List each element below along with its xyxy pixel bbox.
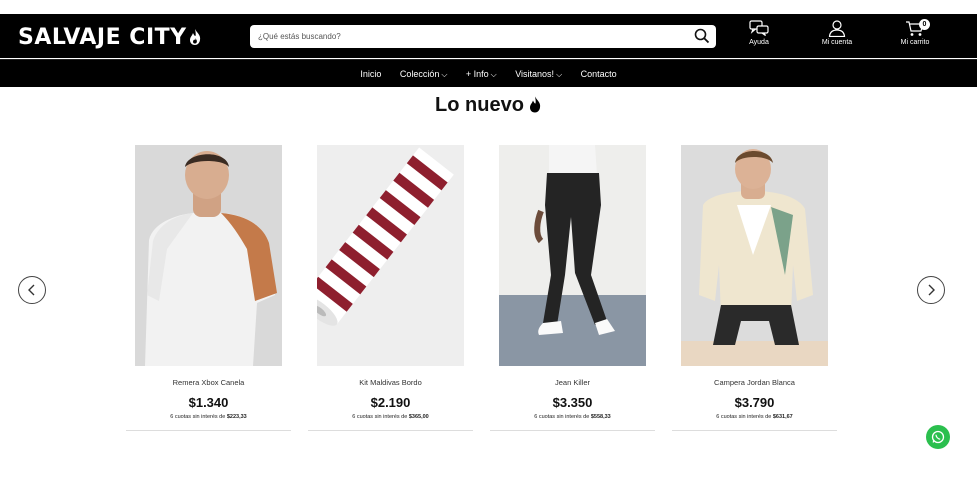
product-image[interactable] <box>499 145 646 366</box>
product-image[interactable] <box>317 145 464 366</box>
whatsapp-button[interactable] <box>926 425 950 449</box>
logo-text: SALVAJE CITY <box>18 25 187 50</box>
divider <box>490 430 655 431</box>
whatsapp-icon <box>931 430 945 444</box>
nav-item-coleccion[interactable]: Colección ⌵ <box>400 60 448 89</box>
flame-icon <box>188 27 202 52</box>
nav-item-info[interactable]: + Info ⌵ <box>466 60 497 89</box>
search-icon[interactable] <box>694 28 710 49</box>
flame-icon <box>529 96 541 113</box>
help-button[interactable]: Ayuda <box>729 20 789 56</box>
cart-button[interactable]: 0 Mi carrito <box>885 19 945 56</box>
chevron-down-icon: ⌵ <box>556 70 563 79</box>
search-bar <box>250 25 716 48</box>
chevron-right-icon <box>928 284 935 296</box>
product-card[interactable]: Campera Jordan Blanca $3.790 6 cuotas si… <box>672 145 837 431</box>
divider <box>308 430 473 431</box>
main-nav-bar: Inicio Colección ⌵ + Info ⌵ Visitanos! ⌵ Co… <box>0 59 977 87</box>
product-name[interactable]: Campera Jordan Blanca <box>672 378 837 387</box>
search-input[interactable] <box>250 25 670 48</box>
account-button[interactable]: Mi cuenta <box>807 20 867 56</box>
product-name[interactable]: Remera Xbox Canela <box>126 378 291 387</box>
cart-label: Mi carrito <box>900 39 930 46</box>
product-image[interactable] <box>135 145 282 366</box>
chevron-down-icon: ⌵ <box>441 70 448 79</box>
chevron-down-icon: ⌵ <box>490 70 497 79</box>
account-label: Mi cuenta <box>821 39 853 46</box>
user-icon <box>807 20 867 37</box>
product-installments: 6 cuotas sin interés de $365,00 <box>352 414 429 420</box>
product-installments: 6 cuotas sin interés de $223,33 <box>170 414 247 420</box>
section-title-text: Lo nuevo <box>435 94 524 116</box>
divider <box>672 430 837 431</box>
product-name[interactable]: Jean Killer <box>490 378 655 387</box>
divider <box>126 430 291 431</box>
main-nav: Inicio Colección ⌵ + Info ⌵ Visitanos! ⌵ Co… <box>0 60 977 88</box>
product-name[interactable]: Kit Maldivas Bordo <box>308 378 473 387</box>
chat-bubbles-icon <box>729 20 789 37</box>
product-price: $3.350 <box>552 395 593 410</box>
product-card[interactable]: Remera Xbox Canela $1.340 6 cuotas sin i… <box>126 145 291 431</box>
logo[interactable]: SALVAJE CITY <box>18 25 202 52</box>
product-price: $2.190 <box>370 395 411 410</box>
product-image[interactable] <box>681 145 828 366</box>
chevron-left-icon <box>28 284 35 296</box>
cart-icon <box>885 20 945 37</box>
product-card[interactable]: Jean Killer $3.350 6 cuotas sin interés … <box>490 145 655 431</box>
product-card[interactable]: Kit Maldivas Bordo $2.190 6 cuotas sin i… <box>308 145 473 431</box>
product-installments: 6 cuotas sin interés de $558,33 <box>534 414 611 420</box>
carousel-prev-button[interactable] <box>18 276 46 304</box>
product-installments: 6 cuotas sin interés de $631,67 <box>716 414 793 420</box>
nav-item-inicio[interactable]: Inicio <box>360 60 381 88</box>
product-price: $1.340 <box>188 395 229 410</box>
product-price: $3.790 <box>734 395 775 410</box>
nav-item-contacto[interactable]: Contacto <box>581 60 617 88</box>
cart-count-badge: 0 <box>919 19 930 30</box>
section-title: Lo nuevo <box>0 94 977 117</box>
nav-item-visitanos[interactable]: Visitanos! ⌵ <box>515 60 562 89</box>
carousel-next-button[interactable] <box>917 276 945 304</box>
help-label: Ayuda <box>749 39 769 46</box>
